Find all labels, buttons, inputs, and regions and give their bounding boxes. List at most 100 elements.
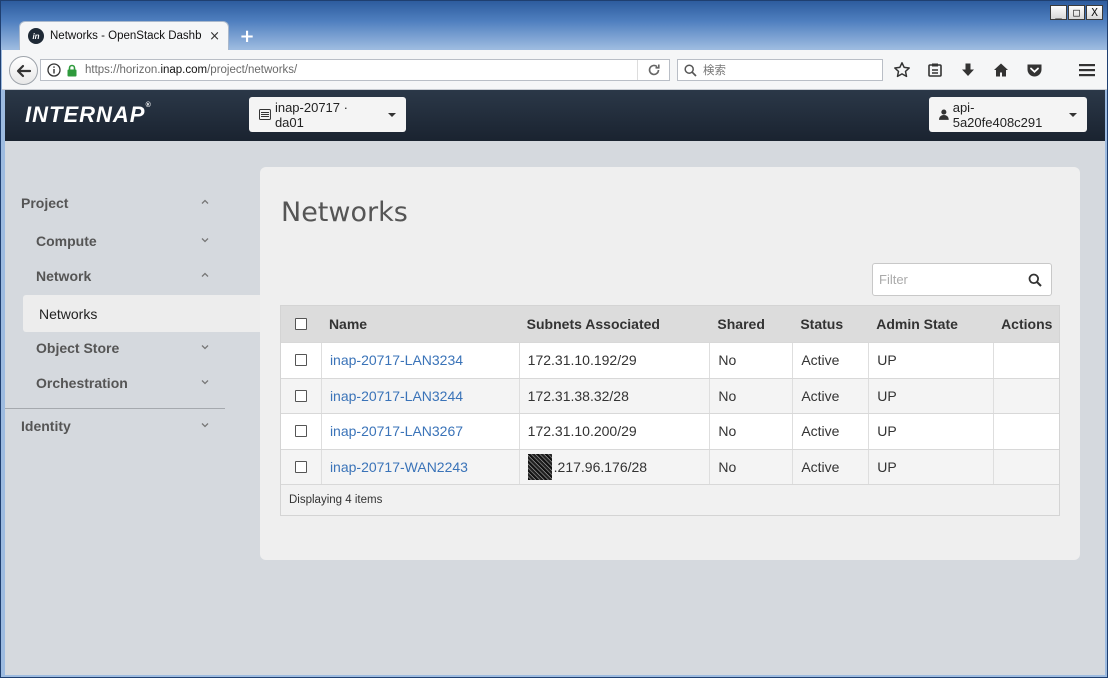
- new-tab-button[interactable]: +: [233, 22, 261, 50]
- sidebar-item-label: Network: [36, 268, 92, 284]
- column-header-actions: Actions: [1001, 316, 1053, 332]
- row-select-cell: [281, 450, 321, 485]
- sidebar-item-network[interactable]: Network: [5, 259, 225, 293]
- sidebar-item-project[interactable]: Project: [5, 186, 225, 220]
- table-row: inap-20717-LAN3267 172.31.10.200/29 No A…: [281, 413, 1059, 449]
- row-select-cell: [281, 414, 321, 449]
- network-name-cell: inap-20717-LAN3267: [320, 414, 519, 449]
- sidebar-item-object-store[interactable]: Object Store: [5, 331, 225, 365]
- sidebar: Project Compute Network Networks Object …: [5, 141, 260, 675]
- main-area: Project Compute Network Networks Object …: [5, 141, 1105, 675]
- tab-bar: in Networks - OpenStack Dashb × +: [19, 21, 261, 50]
- maximize-button[interactable]: □: [1068, 5, 1085, 20]
- browser-toolbar: [890, 58, 1046, 82]
- downloads-button[interactable]: [956, 58, 980, 82]
- tab-networks[interactable]: in Networks - OpenStack Dashb ×: [19, 21, 229, 50]
- back-button[interactable]: [9, 56, 38, 85]
- filter-input[interactable]: [873, 264, 1023, 295]
- browser-menu-button[interactable]: [1075, 58, 1099, 82]
- network-name-link[interactable]: inap-20717-LAN3244: [330, 388, 463, 404]
- shared-cell: No: [709, 449, 792, 484]
- select-all-checkbox[interactable]: [294, 318, 307, 330]
- network-name-link[interactable]: inap-20717-LAN3267: [330, 423, 463, 439]
- select-all-cell: [281, 306, 321, 342]
- bookmark-star-button[interactable]: [890, 58, 914, 82]
- download-arrow-icon: [962, 63, 974, 76]
- bookmarks-list-button[interactable]: [923, 58, 947, 82]
- server-icon: [259, 109, 271, 120]
- subnet-cell: .217.96.176/28: [518, 449, 710, 484]
- actions-cell: [993, 449, 1059, 484]
- row-select-cell: [281, 343, 321, 378]
- row-select-cell: [281, 379, 321, 414]
- app-header: INTERNAP® inap-20717 · da01 api-5a20fe40…: [5, 90, 1105, 141]
- status-cell: Active: [792, 449, 868, 484]
- row-checkbox[interactable]: [294, 389, 307, 402]
- minimize-button[interactable]: _: [1050, 5, 1067, 20]
- internap-logo[interactable]: INTERNAP®: [25, 102, 152, 128]
- chevron-up-icon: [201, 272, 209, 277]
- search-icon[interactable]: [1028, 273, 1042, 287]
- content-panel: Networks Name Subnets Associated Shared …: [260, 167, 1080, 560]
- chevron-down-icon: [201, 238, 209, 243]
- close-window-button[interactable]: X: [1086, 5, 1103, 20]
- reload-button[interactable]: [637, 60, 669, 80]
- column-header-subnets[interactable]: Subnets Associated: [519, 306, 710, 342]
- pocket-button[interactable]: [1022, 58, 1046, 82]
- sidebar-item-orchestration[interactable]: Orchestration: [5, 366, 225, 400]
- subnet-cell: 172.31.38.32/28: [518, 378, 710, 413]
- subnet-cell: 172.31.10.200/29: [518, 414, 710, 449]
- network-name-link[interactable]: inap-20717-LAN3234: [330, 352, 463, 368]
- caret-down-icon: [388, 112, 396, 117]
- column-header-admin-state[interactable]: Admin State: [868, 306, 993, 342]
- sidebar-item-compute[interactable]: Compute: [5, 224, 225, 258]
- url-text[interactable]: https://horizon.inap.com/project/network…: [85, 64, 297, 76]
- arrow-left-icon: [16, 64, 31, 77]
- row-checkbox[interactable]: [294, 460, 307, 473]
- table-footer: Displaying 4 items: [281, 484, 1059, 515]
- network-name-cell: inap-20717-LAN3234: [320, 343, 519, 378]
- actions-cell: [993, 414, 1059, 449]
- sidebar-item-label: Orchestration: [36, 375, 128, 391]
- user-dropdown[interactable]: api-5a20fe408c291: [929, 97, 1087, 132]
- actions-cell: [993, 378, 1059, 413]
- admin-state-cell: UP: [868, 414, 993, 449]
- networks-table: Name Subnets Associated Shared Status Ad…: [280, 305, 1060, 516]
- reload-icon: [648, 64, 660, 76]
- column-header-status[interactable]: Status: [792, 306, 868, 342]
- url-bar[interactable]: https://horizon.inap.com/project/network…: [40, 59, 670, 81]
- row-checkbox[interactable]: [294, 425, 307, 438]
- network-name-link[interactable]: inap-20717-WAN2243: [330, 459, 468, 475]
- shared-cell: No: [709, 414, 792, 449]
- row-checkbox[interactable]: [294, 354, 307, 367]
- page-title: Networks: [281, 197, 408, 228]
- sidebar-item-identity[interactable]: Identity: [5, 409, 225, 443]
- sidebar-item-label: Project: [21, 195, 69, 211]
- openstack-favicon-icon: in: [28, 28, 44, 44]
- chevron-down-icon: [201, 423, 209, 428]
- search-bar[interactable]: 検索: [677, 59, 883, 81]
- window-controls: _ □ X: [1050, 5, 1103, 20]
- user-dropdown-label: api-5a20fe408c291: [952, 99, 1043, 130]
- admin-state-cell: UP: [868, 343, 993, 378]
- navigation-bar: https://horizon.inap.com/project/network…: [2, 50, 1107, 90]
- browser-window: _ □ X in Networks - OpenStack Dashb × +: [0, 0, 1108, 678]
- actions-cell: [993, 343, 1059, 378]
- project-dropdown[interactable]: inap-20717 · da01: [249, 97, 406, 132]
- user-icon: [939, 109, 949, 120]
- admin-state-cell: UP: [868, 449, 993, 484]
- table-header-row: Name Subnets Associated Shared Status Ad…: [281, 306, 1059, 342]
- redacted-block: [527, 453, 552, 480]
- caret-down-icon: [1069, 112, 1077, 117]
- status-cell: Active: [792, 414, 868, 449]
- info-icon[interactable]: [47, 63, 61, 77]
- hamburger-menu-icon: [1079, 64, 1095, 77]
- tab-close-icon[interactable]: ×: [209, 29, 220, 44]
- status-cell: Active: [792, 378, 868, 413]
- home-button[interactable]: [989, 58, 1013, 82]
- table-row: inap-20717-LAN3244 172.31.38.32/28 No Ac…: [281, 377, 1059, 414]
- sidebar-item-networks[interactable]: Networks: [23, 295, 260, 332]
- chevron-down-icon: [201, 380, 209, 385]
- column-header-shared[interactable]: Shared: [709, 306, 792, 342]
- column-header-name[interactable]: Name: [321, 306, 519, 342]
